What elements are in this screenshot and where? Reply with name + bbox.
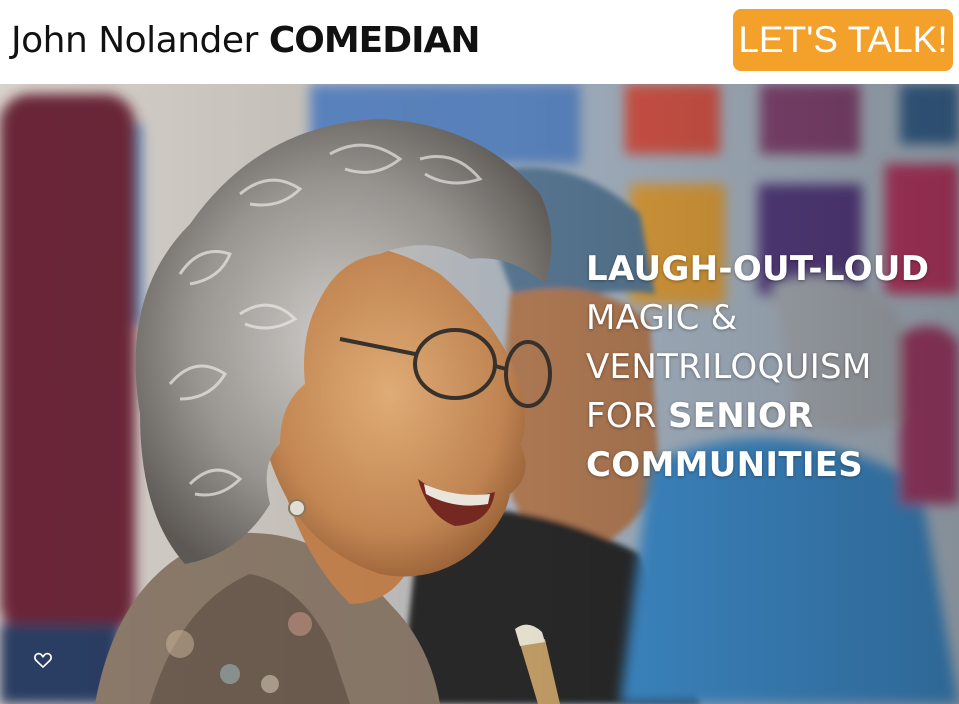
site-header: John Nolander COMEDIAN LET'S TALK! (0, 0, 959, 84)
brand-name: John Nolander (11, 20, 258, 61)
hero-banner: LAUGH-OUT-LOUD MAGIC & VENTRILOQUISM FOR… (0, 84, 959, 704)
headline-line-5: COMMUNITIES (586, 445, 864, 485)
headline-line-4-prefix: FOR (586, 396, 657, 436)
heart-outline-icon[interactable] (33, 650, 53, 670)
lets-talk-button[interactable]: LET'S TALK! (733, 9, 953, 71)
headline-line-4-strong: SENIOR (667, 396, 814, 436)
headline-line-1: LAUGH-OUT-LOUD (586, 249, 930, 289)
headline-line-2: MAGIC & (586, 298, 738, 338)
hero-headline: LAUGH-OUT-LOUD MAGIC & VENTRILOQUISM FOR… (586, 245, 929, 490)
site-brand[interactable]: John Nolander COMEDIAN (11, 17, 481, 65)
headline-line-4: FOR SENIOR (586, 392, 929, 441)
headline-line-3: VENTRILOQUISM (586, 347, 872, 387)
brand-title: COMEDIAN (268, 20, 481, 61)
